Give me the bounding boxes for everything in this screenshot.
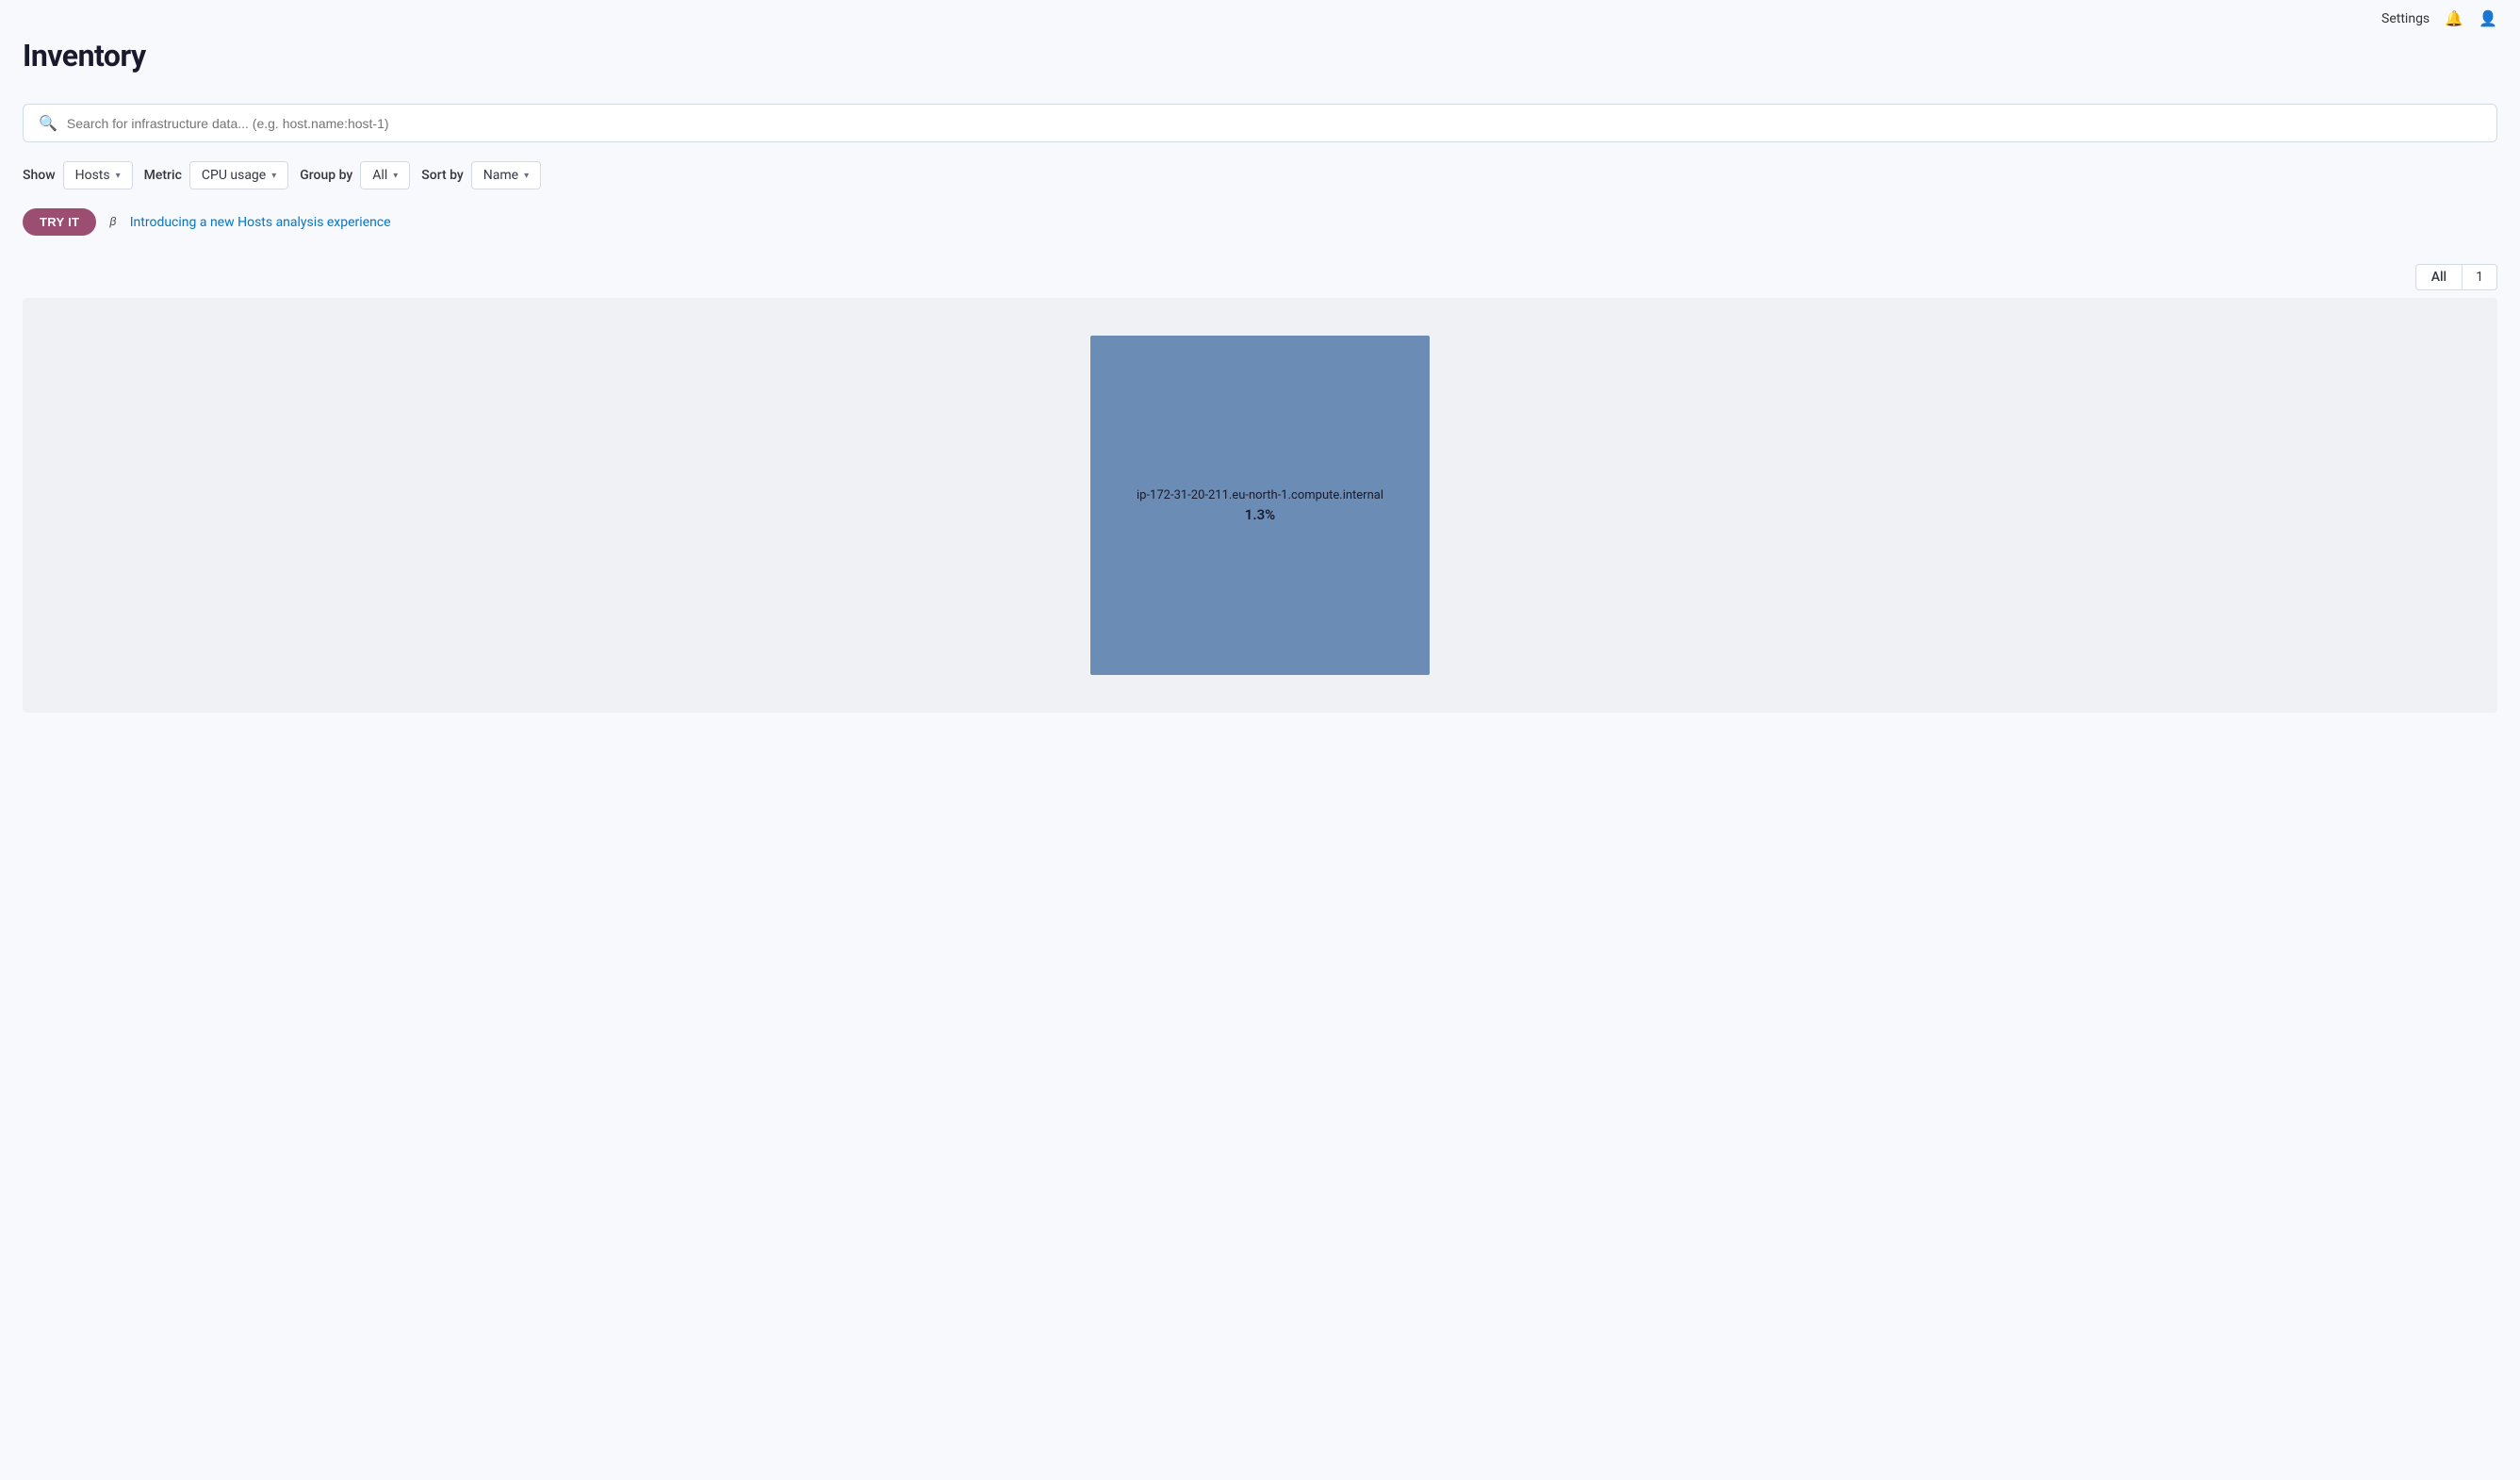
waffle-tile-value: 1.3% [1245,506,1275,523]
sort-by-dropdown-label: Name [483,168,518,183]
group-by-dropdown-label: All [372,168,387,183]
beta-badge: β [109,215,116,229]
tab-all[interactable]: All [2415,264,2463,290]
group-by-dropdown[interactable]: All ▾ [360,161,410,189]
sort-by-chevron-icon: ▾ [524,171,529,181]
waffle-section: All 1 ip-172-31-20-211.eu-north-1.comput… [23,264,2497,713]
search-bar: 🔍 [23,104,2497,142]
user-icon[interactable]: 👤 [2479,9,2497,27]
metric-dropdown-label: CPU usage [202,168,266,183]
try-it-row: TRY IT β Introducing a new Hosts analysi… [23,208,2497,236]
top-bar: Settings 🔔 👤 [2359,0,2520,37]
metric-chevron-icon: ▾ [271,171,276,181]
waffle-tile[interactable]: ip-172-31-20-211.eu-north-1.compute.inte… [1090,336,1430,675]
search-input[interactable] [67,116,2481,131]
metric-label: Metric [144,168,182,183]
waffle-tabs-row: All 1 [23,264,2497,290]
waffle-container: ip-172-31-20-211.eu-north-1.compute.inte… [23,298,2497,713]
group-by-label: Group by [300,168,352,183]
hosts-dropdown-label: Hosts [75,168,110,183]
group-by-chevron-icon: ▾ [393,171,398,181]
metric-dropdown[interactable]: CPU usage ▾ [189,161,288,189]
main-content: Inventory 🔍 Show Hosts ▾ Metric CPU usag… [0,0,2520,735]
settings-link[interactable]: Settings [2381,11,2430,26]
waffle-chart-area: ip-172-31-20-211.eu-north-1.compute.inte… [41,317,2479,694]
new-experience-link[interactable]: Introducing a new Hosts analysis experie… [130,215,391,230]
hosts-dropdown[interactable]: Hosts ▾ [63,161,133,189]
sort-by-label: Sort by [421,168,464,183]
sort-by-dropdown[interactable]: Name ▾ [471,161,541,189]
waffle-tile-host: ip-172-31-20-211.eu-north-1.compute.inte… [1137,488,1383,502]
notifications-icon[interactable]: 🔔 [2445,9,2463,27]
tab-count[interactable]: 1 [2463,264,2497,290]
try-it-button[interactable]: TRY IT [23,208,96,236]
search-icon: 🔍 [39,114,57,132]
toolbar: Show Hosts ▾ Metric CPU usage ▾ Group by… [23,161,2497,189]
show-label: Show [23,168,56,183]
page-title: Inventory [23,38,2497,74]
hosts-chevron-icon: ▾ [116,171,121,181]
